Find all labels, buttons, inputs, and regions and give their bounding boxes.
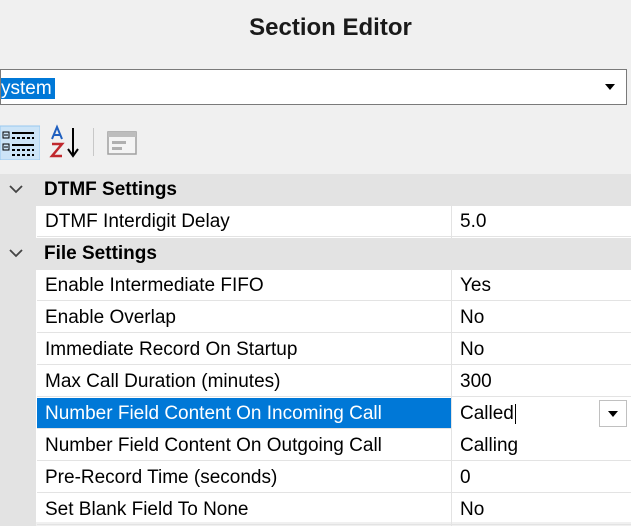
- property-row[interactable]: Enable Overlap No: [0, 302, 631, 334]
- dropdown-arrow-icon: [608, 410, 618, 417]
- grid-margin: [0, 270, 36, 302]
- property-value[interactable]: No: [452, 334, 631, 365]
- property-row[interactable]: DTMF Interdigit Delay 5.0: [0, 206, 631, 238]
- collapse-chevron-icon[interactable]: [6, 245, 26, 263]
- property-value[interactable]: Yes: [452, 270, 631, 301]
- grid-margin: [0, 398, 36, 430]
- grid-margin: [0, 334, 36, 366]
- category-label: File Settings: [44, 243, 157, 264]
- property-value[interactable]: No: [452, 302, 631, 333]
- dropdown-arrow-icon: [605, 84, 615, 90]
- property-grid: DTMF Settings DTMF Interdigit Delay 5.0 …: [0, 174, 631, 526]
- grid-margin: [0, 206, 36, 238]
- property-row[interactable]: Number Field Content On Outgoing Call Ca…: [0, 430, 631, 462]
- property-pages-icon: [107, 131, 137, 155]
- property-value: Called: [460, 403, 514, 424]
- object-selector-arrow-button[interactable]: [596, 73, 624, 101]
- property-value[interactable]: No: [452, 494, 631, 525]
- category-label: DTMF Settings: [44, 179, 177, 200]
- property-row[interactable]: Pre-Record Time (seconds) 0: [0, 462, 631, 494]
- property-value[interactable]: Calling: [452, 430, 631, 461]
- window-title-bar: Section Editor: [0, 0, 631, 62]
- property-name[interactable]: DTMF Interdigit Delay: [37, 206, 451, 237]
- category-row-dtmf[interactable]: DTMF Settings: [0, 174, 631, 206]
- property-name[interactable]: Max Call Duration (minutes): [37, 366, 451, 397]
- property-name[interactable]: Enable Overlap: [37, 302, 451, 333]
- text-cursor: [514, 403, 516, 424]
- property-row[interactable]: Immediate Record On Startup No: [0, 334, 631, 366]
- property-name[interactable]: Set Blank Field To None: [37, 494, 451, 525]
- toolbar-separator: [93, 128, 94, 156]
- property-name[interactable]: Number Field Content On Incoming Call: [37, 398, 451, 429]
- categorized-view-icon: [0, 125, 41, 161]
- property-value[interactable]: 300: [452, 366, 631, 397]
- categorized-view-button[interactable]: [0, 124, 41, 161]
- grid-margin: [0, 366, 36, 398]
- property-pages-button[interactable]: [104, 124, 140, 160]
- category-row-file[interactable]: File Settings: [0, 238, 631, 270]
- property-value-text[interactable]: Called: [460, 398, 516, 429]
- property-row[interactable]: Set Blank Field To None No: [0, 494, 631, 526]
- object-selector-dropdown[interactable]: ystem: [0, 69, 627, 105]
- property-value[interactable]: 5.0: [452, 206, 631, 237]
- grid-margin: [0, 462, 36, 494]
- property-name[interactable]: Enable Intermediate FIFO: [37, 270, 451, 301]
- property-row-selected[interactable]: Number Field Content On Incoming Call Ca…: [0, 398, 631, 430]
- property-row[interactable]: Max Call Duration (minutes) 300: [0, 366, 631, 398]
- property-name[interactable]: Number Field Content On Outgoing Call: [37, 430, 451, 461]
- property-toolbar: [0, 112, 631, 170]
- alphabetical-sort-button[interactable]: [48, 124, 86, 160]
- property-value-dropdown[interactable]: Called: [452, 398, 631, 429]
- grid-margin: [0, 494, 36, 526]
- grid-margin: [0, 430, 36, 462]
- grid-margin: [0, 302, 36, 334]
- alphabetical-sort-icon: [49, 124, 79, 158]
- property-name[interactable]: Immediate Record On Startup: [37, 334, 451, 365]
- value-dropdown-button[interactable]: [599, 400, 627, 427]
- collapse-chevron-icon[interactable]: [6, 181, 26, 199]
- object-selector-value: ystem: [1, 78, 55, 99]
- property-name[interactable]: Pre-Record Time (seconds): [37, 462, 451, 493]
- property-row[interactable]: Enable Intermediate FIFO Yes: [0, 270, 631, 302]
- property-value[interactable]: 0: [452, 462, 631, 493]
- window-title: Section Editor: [249, 14, 412, 41]
